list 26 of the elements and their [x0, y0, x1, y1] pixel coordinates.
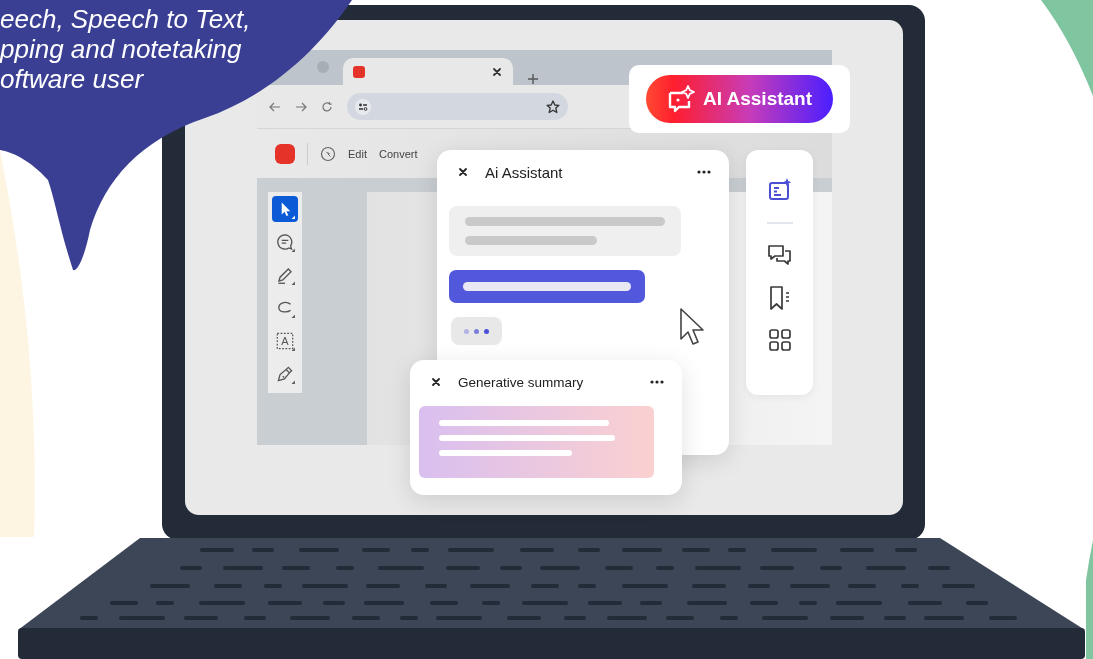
- close-icon: [491, 65, 503, 78]
- sparkle-chat-icon: [666, 85, 695, 113]
- reload-icon[interactable]: [321, 100, 333, 113]
- comment-icon: [274, 231, 296, 253]
- forward-icon[interactable]: [295, 100, 307, 113]
- bubble-text: eech, Speech to Text, pping and notetaking oftware user: [0, 4, 251, 94]
- panel-title: Ai Assistant: [485, 163, 564, 181]
- browser-tab[interactable]: [343, 58, 513, 85]
- typing-indicator: [451, 317, 502, 345]
- more-icon: [697, 169, 711, 175]
- ai-assistant-button[interactable]: AI Assistant: [646, 75, 833, 123]
- compass-icon[interactable]: [320, 145, 336, 162]
- app-logo[interactable]: [275, 143, 295, 164]
- close-icon: [430, 376, 442, 388]
- close-icon: [457, 166, 469, 178]
- pointer-tool[interactable]: [272, 196, 298, 222]
- site-settings-icon: [355, 98, 371, 115]
- new-tab-icon[interactable]: [527, 73, 539, 85]
- text-box-tool[interactable]: A: [272, 328, 298, 354]
- favicon: [353, 65, 365, 78]
- more-icon: [650, 379, 664, 385]
- star-icon[interactable]: [546, 99, 560, 114]
- toolbar-link[interactable]: Edit: [348, 147, 367, 160]
- toolbar-link[interactable]: Convert: [378, 147, 418, 160]
- panel-title: Generative summary: [458, 374, 585, 390]
- back-icon[interactable]: [269, 100, 281, 113]
